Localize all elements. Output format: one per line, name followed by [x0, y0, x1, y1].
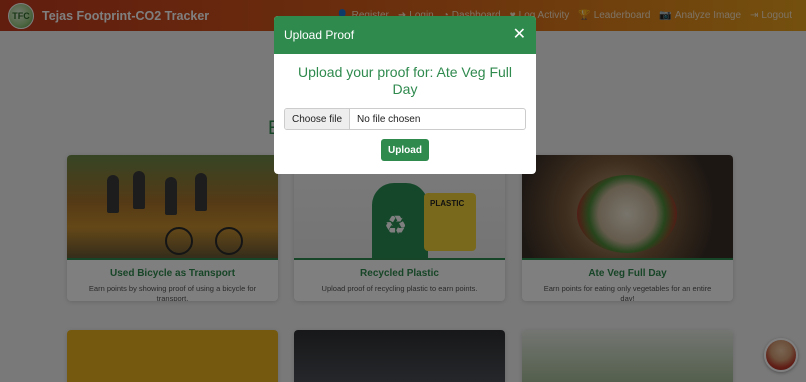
modal-body: Upload your proof for: Ate Veg Full Day … [274, 54, 536, 171]
file-input[interactable]: Choose file No file chosen [284, 108, 526, 130]
upload-proof-modal: Upload Proof ✕ Upload your proof for: At… [274, 16, 536, 174]
modal-header: Upload Proof ✕ [274, 16, 536, 54]
close-icon[interactable]: ✕ [513, 27, 526, 43]
file-status: No file chosen [357, 113, 421, 125]
upload-heading: Upload your proof for: Ate Veg Full Day [297, 64, 512, 97]
choose-file-button[interactable]: Choose file [285, 109, 351, 129]
modal-title: Upload Proof [284, 28, 355, 42]
upload-button[interactable]: Upload [381, 139, 429, 161]
